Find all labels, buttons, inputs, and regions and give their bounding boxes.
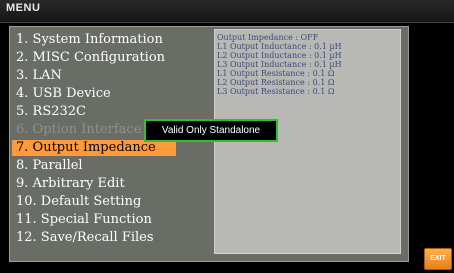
info-l3-inductance: L3 Output Inductance : 0.1 µH bbox=[217, 60, 342, 69]
menu-item-misc-configuration[interactable]: 2. MISC Configuration bbox=[16, 50, 165, 66]
title-bar: MENU bbox=[0, 0, 454, 23]
menu-item-special-function[interactable]: 11. Special Function bbox=[16, 212, 152, 228]
info-l2-inductance: L2 Output Inductance : 0.1 µH bbox=[217, 51, 342, 60]
info-l3-resistance: L3 Output Resistance : 0.1 Ω bbox=[217, 87, 335, 96]
warning-popup: Valid Only Standalone bbox=[144, 119, 278, 142]
info-l2-resistance: L2 Output Resistance : 0.1 Ω bbox=[217, 78, 335, 87]
menu-item-lan[interactable]: 3. LAN bbox=[16, 68, 62, 84]
menu-item-option-interface: 6. Option Interface bbox=[16, 122, 142, 137]
menu-item-save-recall-files[interactable]: 12. Save/Recall Files bbox=[16, 230, 154, 246]
menu-item-system-information[interactable]: 1. System Information bbox=[16, 32, 163, 48]
exit-button[interactable]: EXIT bbox=[424, 248, 452, 270]
info-output-impedance: Output Impedance : OFF bbox=[217, 33, 319, 42]
menu-item-usb-device[interactable]: 4. USB Device bbox=[16, 86, 111, 102]
info-l1-inductance: L1 Output Inductance : 0.1 µH bbox=[217, 42, 342, 51]
menu-item-output-impedance[interactable]: 7. Output Impedance bbox=[12, 140, 176, 156]
menu-item-parallel[interactable]: 8. Parallel bbox=[16, 158, 83, 174]
page-title: MENU bbox=[6, 2, 41, 14]
info-l1-resistance: L1 Output Resistance : 0.1 Ω bbox=[217, 69, 335, 78]
menu-item-arbitrary-edit[interactable]: 9. Arbitrary Edit bbox=[16, 176, 125, 192]
popup-message: Valid Only Standalone bbox=[161, 125, 261, 136]
menu-item-default-setting[interactable]: 10. Default Setting bbox=[16, 194, 141, 210]
menu-item-rs232c[interactable]: 5. RS232C bbox=[16, 104, 86, 120]
